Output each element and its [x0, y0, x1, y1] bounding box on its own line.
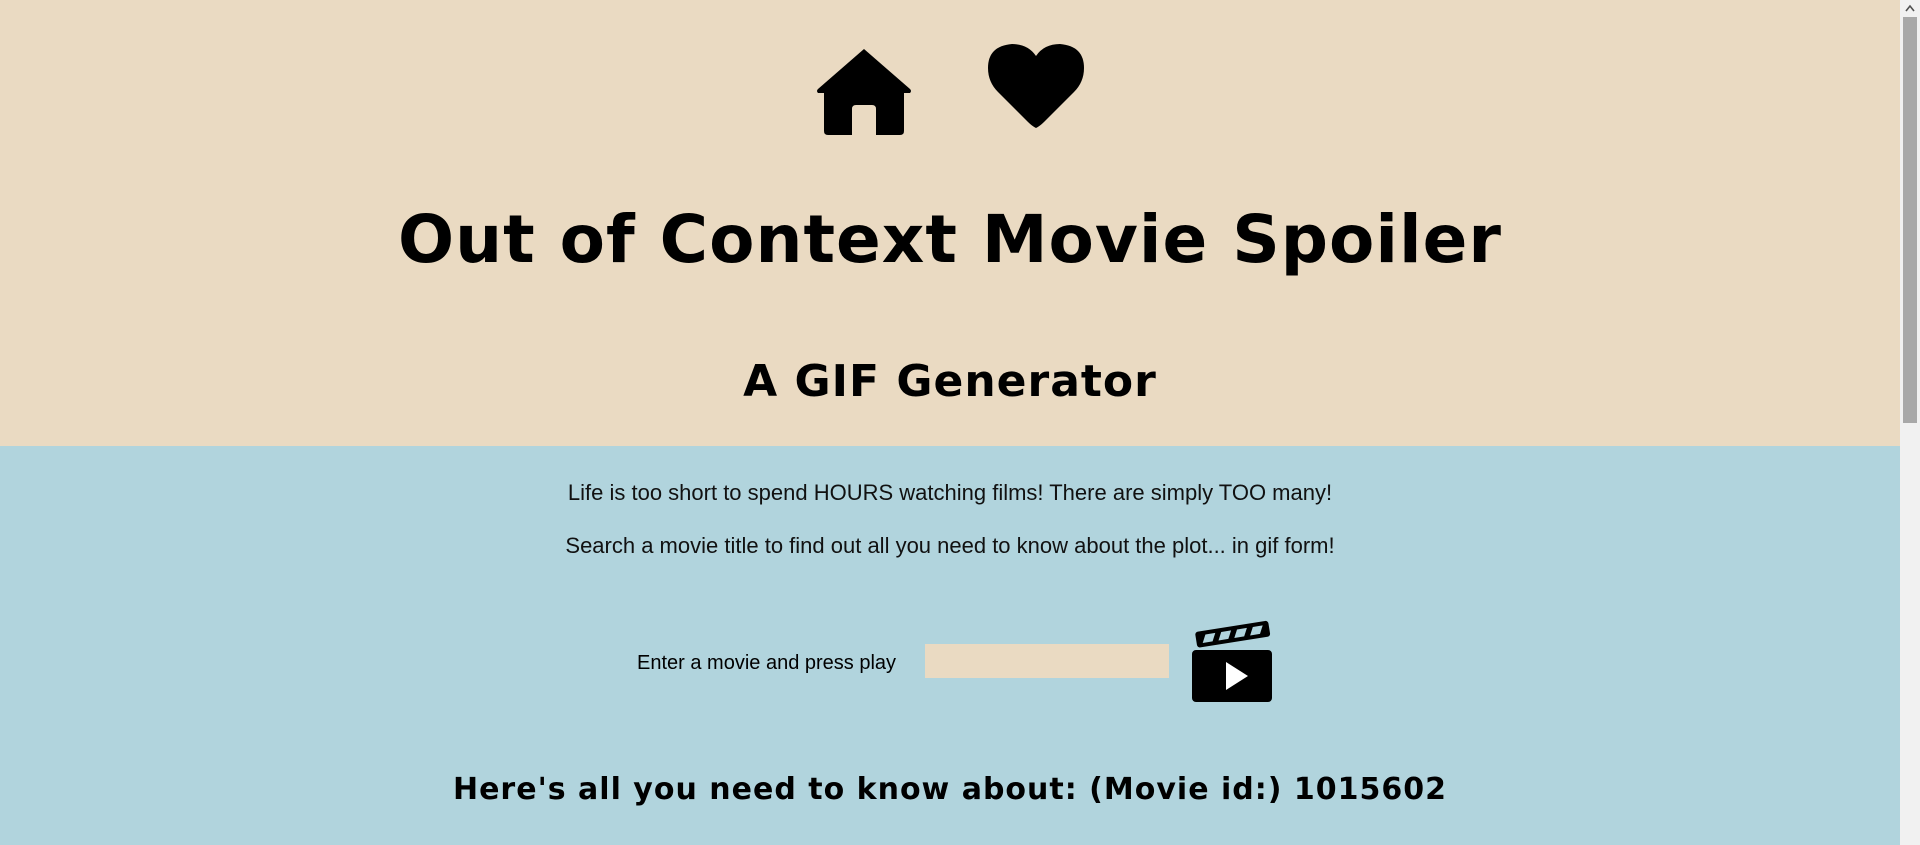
header: Out of Context Movie Spoiler A GIF Gener…: [0, 0, 1900, 446]
results-heading: Here's all you need to know about: (Movi…: [452, 772, 1448, 807]
page: Out of Context Movie Spoiler A GIF Gener…: [0, 0, 1920, 845]
play-button[interactable]: [1190, 618, 1274, 704]
page-scrollbar[interactable]: [1900, 0, 1920, 845]
search-label: Enter a movie and press play: [637, 652, 897, 674]
heart-icon[interactable]: [988, 44, 1084, 130]
home-icon[interactable]: [816, 47, 912, 135]
viewport: Out of Context Movie Spoiler A GIF Gener…: [0, 0, 1900, 845]
clapperboard-play-icon: [1192, 620, 1272, 702]
scrollbar-thumb[interactable]: [1903, 17, 1917, 423]
page-subtitle: A GIF Generator: [743, 356, 1157, 407]
movie-search-input[interactable]: [925, 644, 1169, 678]
intro-text-1: Life is too short to spend HOURS watchin…: [567, 480, 1333, 505]
scroll-up-arrow-icon[interactable]: [1900, 0, 1920, 17]
intro-text-2: Search a movie title to find out all you…: [565, 533, 1335, 558]
page-title: Out of Context Movie Spoiler: [398, 201, 1502, 278]
